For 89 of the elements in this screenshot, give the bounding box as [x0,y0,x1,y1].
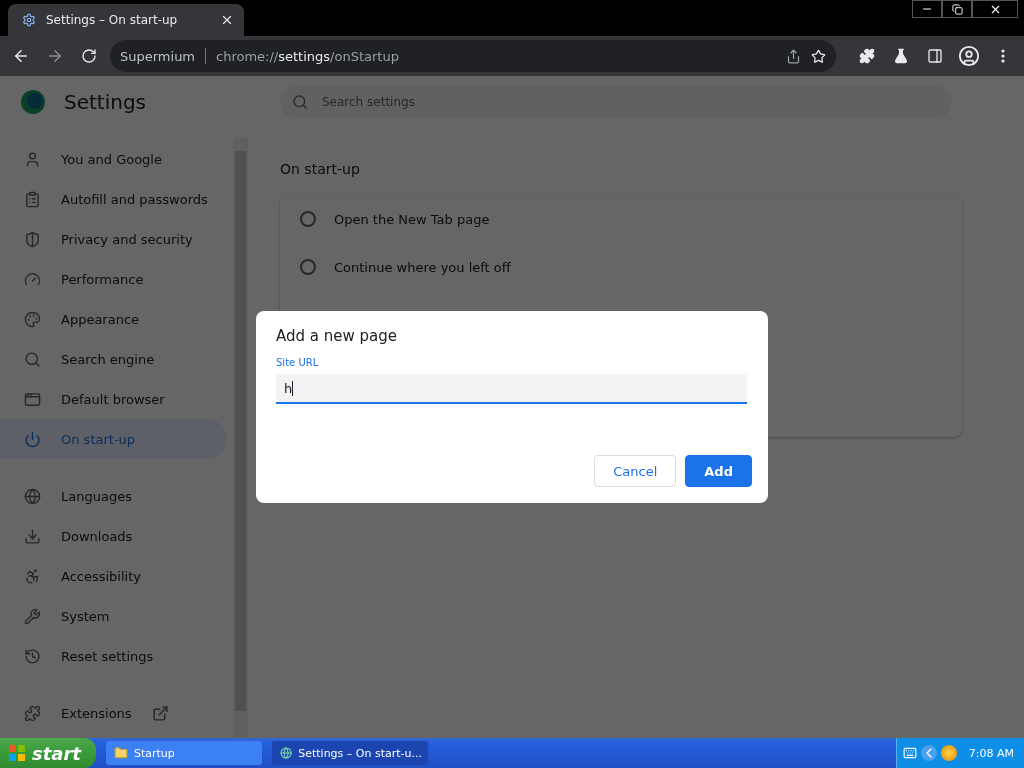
add-button[interactable]: Add [685,455,752,487]
person-icon [24,150,41,168]
nav-label: Performance [61,271,144,287]
option-label: Continue where you left off [334,259,511,275]
nav-item[interactable]: Autofill and passwords [0,179,227,219]
nav-label: Appearance [61,311,140,327]
cancel-button[interactable]: Cancel [594,455,677,487]
nav-label: Accessibility [61,568,141,584]
minimize-button[interactable] [912,0,942,18]
side-panel-icon [927,48,943,64]
restore-button[interactable] [942,0,972,18]
field-label: Site URL [276,357,320,368]
palette-icon [24,310,41,328]
nav-item[interactable]: Search engine [0,339,227,379]
nav-item[interactable]: Accessibility [0,556,227,596]
start-button[interactable]: start [0,738,96,768]
taskbar-button[interactable]: Startup [106,741,262,765]
nav-label: Languages [61,488,132,504]
puzzle-icon [859,48,875,64]
nav-label: You and Google [61,151,162,167]
download-icon [24,527,41,545]
nav-item[interactable]: Languages [0,476,227,516]
nav-item[interactable]: Performance [0,259,227,299]
history-icon [24,647,41,665]
folder-icon [114,746,128,760]
scrollbar[interactable] [233,137,248,738]
windows-flag-icon [8,744,26,762]
nav-item[interactable]: Appearance [0,299,227,339]
gear-icon [22,13,36,27]
address-bar[interactable]: Supermium chrome://settings/onStartup [110,40,836,72]
url-text: chrome://settings/onStartup [216,48,400,64]
settings-title: Settings [64,90,147,114]
forward-arrow-icon [46,47,64,65]
shield-icon [24,230,41,248]
search-icon [292,94,308,110]
input-field[interactable]: h [276,374,747,404]
nav-label: Reset settings [61,648,154,664]
close-button[interactable] [972,0,1018,18]
logo-icon [20,89,46,115]
dialog-title: Add a new page [276,327,398,345]
nav-item[interactable]: On start-up [0,419,227,459]
accessibility-icon [24,567,41,585]
restore-icon [951,3,963,15]
nav-label: Autofill and passwords [61,191,208,207]
profile-icon [958,45,980,67]
bookmark-star-icon[interactable] [811,48,826,64]
nav-label: Downloads [61,528,133,544]
reload-icon [81,48,97,64]
radio-button[interactable] [300,259,316,275]
nav-item[interactable]: System [0,596,227,636]
close-icon[interactable] [220,13,234,27]
nav-label: System [61,608,110,624]
radio-button[interactable] [300,211,316,227]
wrench-icon [24,607,41,625]
browser-tab[interactable]: Settings – On start-up [8,4,244,36]
window-icon [24,390,41,408]
option-label: Open the New Tab page [334,211,490,227]
site-name: Supermium [120,48,196,64]
search-placeholder: Search settings [322,95,415,109]
chevron-icon[interactable] [920,745,937,761]
nav-label: Extensions [61,705,132,721]
nav-label: Search engine [61,351,155,367]
taskbar-button[interactable]: Settings – On start-u... [272,741,428,765]
tab-title: Settings – On start-up [46,13,179,27]
gauge-icon [24,270,41,288]
external-link-icon[interactable] [151,704,169,722]
nav-item[interactable]: Default browser [0,379,227,419]
nav-item[interactable]: Reset settings [0,636,227,676]
globe-icon [24,487,41,505]
clipboard-icon [24,190,41,208]
nav-item[interactable]: Downloads [0,516,227,556]
nav-item[interactable]: Extensions [0,693,227,733]
flask-icon [893,48,909,64]
share-icon[interactable] [786,48,801,64]
keyboard-icon[interactable] [902,746,917,760]
power-icon [24,430,41,448]
nav-label: Default browser [61,391,165,407]
profile-button[interactable] [956,43,982,69]
search-field[interactable]: Search settings [280,86,952,118]
puzzle-icon [24,704,41,722]
search-icon [24,350,41,368]
nav-label: On start-up [61,431,136,447]
nav-label: Privacy and security [61,231,193,247]
menu-icon [1001,49,1005,63]
section-heading: On start-up [280,161,361,177]
clock-time: 7:08 AM [968,746,1014,760]
nav-item[interactable]: You and Google [0,139,227,179]
nav-item[interactable]: Privacy and security [0,219,227,259]
browser-icon [280,746,293,760]
